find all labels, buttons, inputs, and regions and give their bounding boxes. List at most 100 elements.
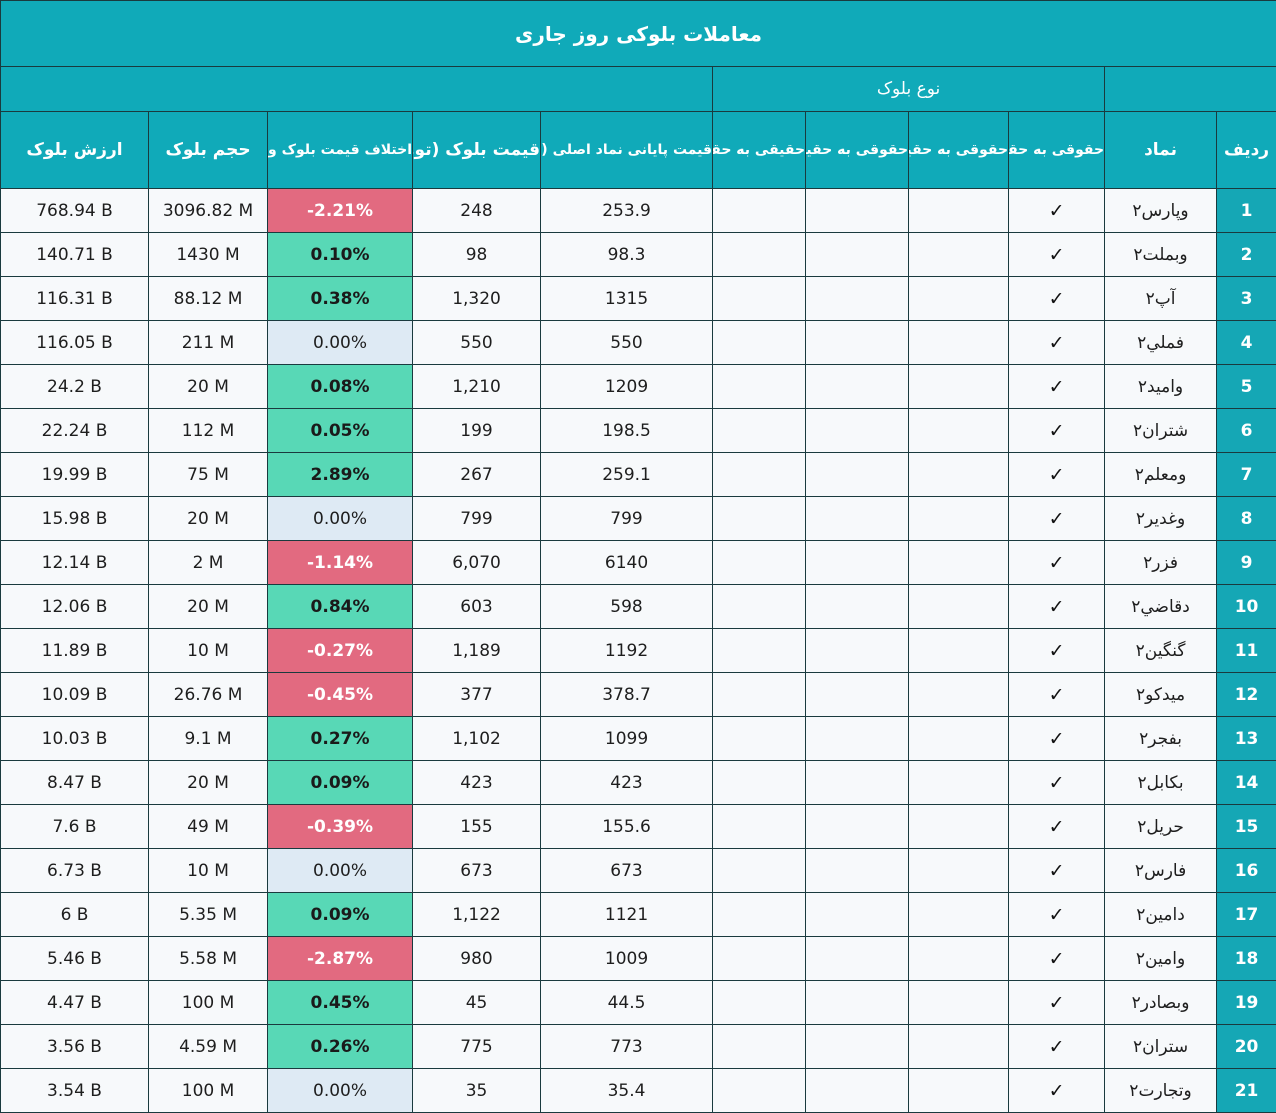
type-cell-empty (909, 585, 1009, 629)
type-cell-empty (713, 761, 806, 805)
type-cell-empty (806, 761, 909, 805)
last-price-cell: 550 (541, 321, 713, 365)
block-volume-cell-text: 20 M (187, 377, 229, 397)
symbol-cell: ميدكو۲ (1105, 673, 1217, 717)
block-volume-cell: 112 M (149, 409, 268, 453)
block-volume-cell-text: 100 M (182, 1081, 235, 1101)
block-volume-cell-text: 9.1 M (184, 729, 231, 749)
row-number-cell: 18 (1217, 937, 1276, 981)
price-difference-cell-text: 0.84% (311, 597, 370, 617)
block-price-cell: 1,122 (413, 893, 541, 937)
block-value-cell-text: 15.98 B (42, 509, 108, 529)
block-value-cell-text: 3.56 B (47, 1037, 102, 1057)
block-value-cell-text: 6.73 B (47, 861, 102, 881)
symbol-cell: وبصادر۲ (1105, 981, 1217, 1025)
block-volume-cell-text: 211 M (182, 333, 235, 353)
symbol-cell: فزر۲ (1105, 541, 1217, 585)
block-volume-cell-text: 3096.82 M (163, 201, 253, 221)
last-price-cell: 799 (541, 497, 713, 541)
type-cell-empty (713, 805, 806, 849)
block-value-cell-text: 11.89 B (42, 641, 108, 661)
type-cell-empty (806, 673, 909, 717)
row-number-cell: 1 (1217, 189, 1276, 233)
type-cell-empty (713, 937, 806, 981)
last-price-cell-text: 98.3 (608, 245, 646, 265)
block-price-cell: 1,210 (413, 365, 541, 409)
table-row: 17دامين۲✓11211,1220.09%5.35 M6 B (1, 893, 1276, 937)
block-value-cell: 4.47 B (1, 981, 149, 1025)
last-price-cell: 6140 (541, 541, 713, 585)
price-difference-cell-text: 0.38% (311, 289, 370, 309)
type-cell-empty (909, 937, 1009, 981)
block-volume-cell: 10 M (149, 629, 268, 673)
row-number-cell: 20 (1217, 1025, 1276, 1069)
check-icon: ✓ (1009, 541, 1105, 585)
price-difference-cell-text: 0.45% (311, 993, 370, 1013)
block-volume-cell: 5.58 M (149, 937, 268, 981)
header-type-legal-to-individual-2: حقوقی به حقیقی (806, 112, 909, 189)
table-row: 5واميد۲✓12091,2100.08%20 M24.2 B (1, 365, 1276, 409)
block-volume-cell-text: 88.12 M (174, 289, 243, 309)
type-cell-empty (713, 365, 806, 409)
header-block-value: ارزش بلوک (1, 112, 149, 189)
type-cell-empty (806, 937, 909, 981)
price-difference-cell-text: 2.89% (311, 465, 370, 485)
type-cell-empty (806, 1025, 909, 1069)
table-row: 6شتران۲✓198.51990.05%112 M22.24 B (1, 409, 1276, 453)
block-volume-cell-text: 49 M (187, 817, 229, 837)
block-volume-cell-text: 1430 M (176, 245, 239, 265)
block-value-cell-text: 19.99 B (42, 465, 108, 485)
price-difference-cell-text: -1.14% (307, 553, 373, 573)
block-price-cell: 6,070 (413, 541, 541, 585)
type-cell-empty (909, 453, 1009, 497)
block-volume-cell: 5.35 M (149, 893, 268, 937)
block-value-cell: 6 B (1, 893, 149, 937)
price-difference-cell: 0.26% (268, 1025, 413, 1069)
price-difference-cell-text: 0.09% (311, 773, 370, 793)
type-cell-empty (909, 541, 1009, 585)
block-value-cell-text: 5.46 B (47, 949, 102, 969)
symbol-cell: فارس۲ (1105, 849, 1217, 893)
type-cell-empty (713, 321, 806, 365)
type-cell-empty (713, 1025, 806, 1069)
last-price-cell: 1209 (541, 365, 713, 409)
type-cell-empty (713, 717, 806, 761)
type-cell-empty (909, 189, 1009, 233)
last-price-cell: 1192 (541, 629, 713, 673)
table-row: 1وپارس۲✓253.9248-2.21%3096.82 M768.94 B (1, 189, 1276, 233)
header-block-price: قیمت بلوک (تومان) (413, 112, 541, 189)
check-icon: ✓ (1009, 365, 1105, 409)
type-cell-empty (713, 629, 806, 673)
row-number-cell: 10 (1217, 585, 1276, 629)
block-price-cell: 1,320 (413, 277, 541, 321)
block-price-cell: 603 (413, 585, 541, 629)
price-difference-cell: 2.89% (268, 453, 413, 497)
block-price-cell-text: 199 (460, 421, 492, 441)
block-price-cell-text: 35 (466, 1081, 488, 1101)
block-price-cell: 248 (413, 189, 541, 233)
last-price-cell-text: 1315 (605, 289, 648, 309)
type-cell-empty (909, 849, 1009, 893)
price-difference-cell: -0.39% (268, 805, 413, 849)
block-value-cell-text: 6 B (61, 905, 89, 925)
price-difference-cell-text: -2.21% (307, 201, 373, 221)
block-value-cell-text: 116.31 B (36, 289, 113, 309)
table-row: 12ميدكو۲✓378.7377-0.45%26.76 M10.09 B (1, 673, 1276, 717)
last-price-cell-text: 378.7 (602, 685, 651, 705)
block-volume-cell-text: 10 M (187, 641, 229, 661)
check-icon: ✓ (1009, 849, 1105, 893)
last-price-cell: 1121 (541, 893, 713, 937)
last-price-cell: 378.7 (541, 673, 713, 717)
block-price-cell: 550 (413, 321, 541, 365)
block-volume-cell: 3096.82 M (149, 189, 268, 233)
block-value-cell: 15.98 B (1, 497, 149, 541)
block-value-cell-text: 10.03 B (42, 729, 108, 749)
block-price-cell: 377 (413, 673, 541, 717)
last-price-cell-text: 259.1 (602, 465, 651, 485)
row-number-cell: 16 (1217, 849, 1276, 893)
row-number-cell: 15 (1217, 805, 1276, 849)
symbol-cell: شتران۲ (1105, 409, 1217, 453)
type-cell-empty (909, 321, 1009, 365)
price-difference-cell: 0.09% (268, 761, 413, 805)
price-difference-cell: 0.84% (268, 585, 413, 629)
